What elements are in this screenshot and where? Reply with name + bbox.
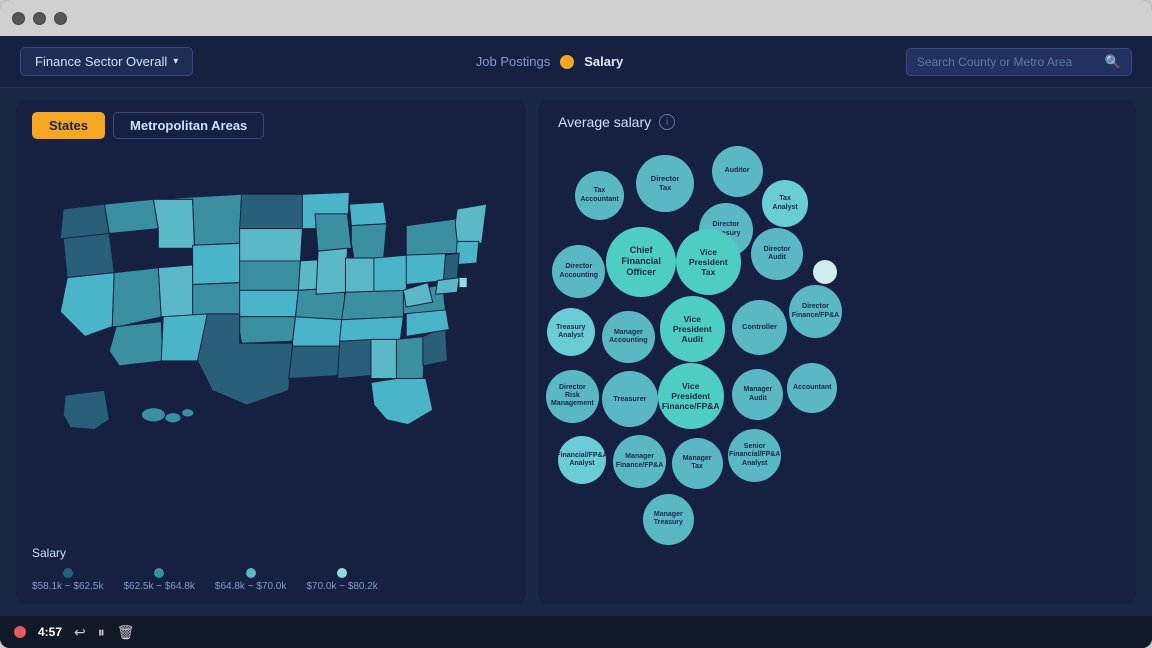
- app-content: Finance Sector Overall ▾ Job Postings Sa…: [0, 36, 1152, 648]
- bubble-director-accounting[interactable]: Director Accounting: [552, 245, 605, 298]
- bubble-label-director-accounting: Director Accounting: [558, 261, 601, 282]
- bubble-vp-audit[interactable]: Vice President Audit: [660, 296, 726, 362]
- bubble-label-accountant: Accountant: [791, 382, 834, 394]
- bubble-manager-finance[interactable]: Manager Finance/FP&A: [613, 435, 666, 488]
- main-panels: States Metropolitan Areas: [0, 88, 1152, 616]
- bubble-director-tax[interactable]: Director Tax: [636, 155, 694, 213]
- time-display: 4:57: [38, 625, 62, 639]
- bubble-label-treasury-analyst: Treasury Analyst: [554, 322, 587, 343]
- bubble-tax-analyst[interactable]: Tax Analyst: [762, 180, 808, 226]
- legend-item-2: $62.5k ~ $64.8k: [123, 568, 194, 592]
- bubble-label-financial-analyst: Financial/FP&A Analyst: [554, 450, 609, 471]
- bubble-label-director-tax: Director Tax: [649, 173, 682, 195]
- states-tab[interactable]: States: [32, 112, 105, 139]
- toggle-group: Job Postings Salary: [213, 54, 886, 69]
- bubble-label-director-risk: Director Risk Management: [549, 382, 596, 411]
- bubble-manager-audit[interactable]: Manager Audit: [732, 369, 783, 420]
- chevron-down-icon: ▾: [173, 56, 178, 67]
- salary-panel-header: Average salary i: [538, 100, 1136, 138]
- salary-legend: Salary $58.1k ~ $62.5k $62.5k ~ $64.8k: [16, 538, 526, 604]
- bubble-label-manager-accounting: Manager Accounting: [607, 327, 650, 348]
- bottom-bar: 4:57 ↩ ⏸ 🗑: [0, 616, 1152, 648]
- legend-item-1: $58.1k ~ $62.5k: [32, 568, 103, 592]
- bubble-label-senior-fp: Senior Financial/FP&A Analyst: [727, 441, 782, 470]
- map-container: [16, 147, 526, 538]
- bubble-director-fp[interactable]: Director Finance/FP&A: [789, 285, 842, 338]
- bubble-label-vp-audit: Vice President Audit: [671, 312, 714, 347]
- bubble-label-tax-analyst: Tax Analyst: [770, 193, 799, 214]
- map-panel: States Metropolitan Areas: [16, 100, 526, 604]
- legend-range-1: $58.1k ~ $62.5k: [32, 581, 103, 592]
- salary-toggle-label: Salary: [584, 54, 623, 69]
- legend-dot-2: [154, 568, 164, 578]
- bubble-label-director-fp: Director Finance/FP&A: [790, 301, 841, 322]
- legend-range-3: $64.8k ~ $70.0k: [215, 581, 286, 592]
- bubble-manager-accounting[interactable]: Manager Accounting: [602, 311, 655, 364]
- legend-range-2: $62.5k ~ $64.8k: [123, 581, 194, 592]
- bubble-accountant[interactable]: Accountant: [787, 363, 837, 413]
- bubble-label-treasurer: Treasurer: [611, 393, 648, 406]
- bubble-cfo[interactable]: Chief Financial Officer: [606, 227, 676, 297]
- bubble-label-manager-audit: Manager Audit: [741, 384, 774, 405]
- us-map[interactable]: [26, 147, 516, 467]
- legend-range-4: $70.0k ~ $80.2k: [306, 581, 377, 592]
- bubble-label-tax-accountant: Tax Accountant: [578, 185, 621, 206]
- bubble-vp-tax[interactable]: Vice President Tax: [676, 229, 742, 295]
- bubble-controller[interactable]: Controller: [732, 300, 788, 356]
- bubble-label-cfo: Chief Financial Officer: [619, 243, 663, 280]
- bubble-dot1[interactable]: [813, 260, 837, 284]
- bubble-tax-accountant[interactable]: Tax Accountant: [575, 171, 625, 221]
- traffic-maximize[interactable]: [54, 12, 67, 25]
- traffic-minimize[interactable]: [33, 12, 46, 25]
- bubble-label-manager-treasury: Manager Treasury: [652, 509, 685, 530]
- bubble-director-audit[interactable]: Director Audit: [751, 228, 803, 280]
- bubble-director-risk[interactable]: Director Risk Management: [546, 370, 599, 423]
- bubble-label-auditor: Auditor: [723, 165, 752, 177]
- bubble-label-director-audit: Director Audit: [762, 244, 793, 265]
- bubble-financial-analyst[interactable]: Financial/FP&A Analyst: [558, 436, 606, 484]
- bubble-senior-fp[interactable]: Senior Financial/FP&A Analyst: [728, 429, 781, 482]
- bubble-treasury-analyst[interactable]: Treasury Analyst: [547, 308, 595, 356]
- app-window: Finance Sector Overall ▾ Job Postings Sa…: [0, 0, 1152, 648]
- bubble-vp-finance[interactable]: Vice President Finance/FP&A: [658, 363, 724, 429]
- map-panel-header: States Metropolitan Areas: [16, 100, 526, 147]
- metro-tab[interactable]: Metropolitan Areas: [113, 112, 264, 139]
- top-bar: Finance Sector Overall ▾ Job Postings Sa…: [0, 36, 1152, 88]
- legend-dot-1: [63, 568, 73, 578]
- bubble-label-controller: Controller: [740, 321, 779, 334]
- info-icon[interactable]: i: [659, 114, 675, 130]
- legend-dot-4: [337, 568, 347, 578]
- search-input[interactable]: [917, 55, 1097, 69]
- legend-title: Salary: [32, 546, 510, 560]
- bubbles-container: Auditor Director Tax Tax Accountant Directo…: [538, 138, 1136, 604]
- traffic-close[interactable]: [12, 12, 25, 25]
- legend-dot-3: [246, 568, 256, 578]
- bubble-manager-treasury[interactable]: Manager Treasury: [643, 494, 694, 545]
- search-icon: 🔍: [1105, 54, 1121, 70]
- bubble-treasurer[interactable]: Treasurer: [602, 371, 658, 427]
- pause-button[interactable]: ⏸: [98, 624, 105, 641]
- bubble-label-manager-finance: Manager Finance/FP&A: [614, 451, 665, 472]
- legend-items: $58.1k ~ $62.5k $62.5k ~ $64.8k $64.8k ~…: [32, 568, 510, 592]
- sector-dropdown[interactable]: Finance Sector Overall ▾: [20, 47, 193, 76]
- legend-item-3: $64.8k ~ $70.0k: [215, 568, 286, 592]
- rewind-button[interactable]: ↩: [74, 624, 86, 641]
- bubble-manager-tax[interactable]: Manager Tax: [672, 438, 723, 489]
- avg-salary-title: Average salary: [558, 114, 651, 130]
- delete-button[interactable]: 🗑: [117, 624, 135, 641]
- salary-toggle-dot[interactable]: [560, 55, 574, 69]
- bubble-label-vp-tax: Vice President Tax: [687, 245, 730, 280]
- search-box: 🔍: [906, 48, 1132, 76]
- job-postings-label: Job Postings: [476, 54, 550, 69]
- bubble-label-manager-tax: Manager Tax: [681, 453, 714, 474]
- title-bar: [0, 0, 1152, 36]
- salary-bubble-panel: Average salary i Auditor Director Tax Tax …: [538, 100, 1136, 604]
- legend-item-4: $70.0k ~ $80.2k: [306, 568, 377, 592]
- bubble-label-vp-finance: Vice President Finance/FP&A: [660, 379, 722, 414]
- bubble-auditor[interactable]: Auditor: [712, 146, 763, 197]
- sector-label: Finance Sector Overall: [35, 54, 167, 69]
- record-indicator: [14, 626, 26, 638]
